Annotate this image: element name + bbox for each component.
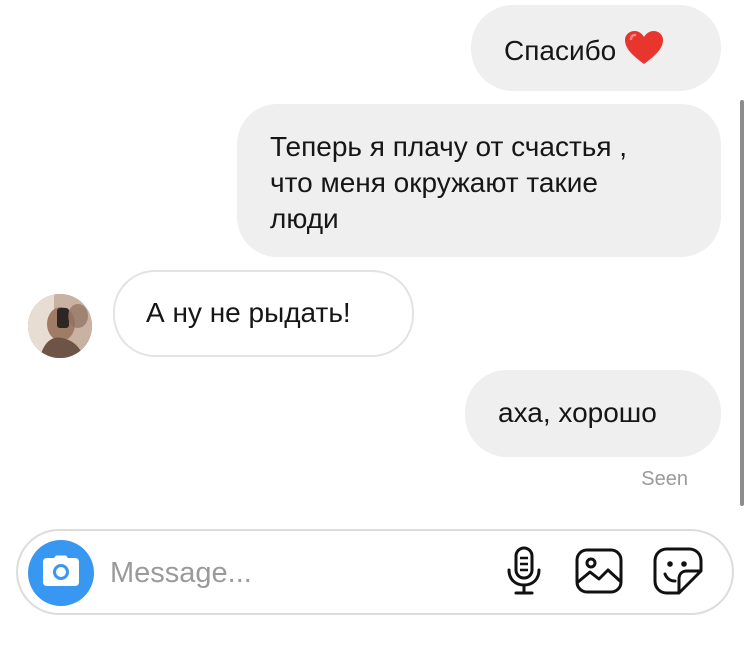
message-text: аха, хорошо [498,397,657,428]
gallery-icon [575,548,623,599]
voice-message-button[interactable] [498,546,550,601]
chat-thread: Спасибо Теперь я плачу от счастья , что … [0,0,750,652]
heart-emoji-icon [624,30,664,75]
message-bubble-outgoing[interactable]: аха, хорошо [465,370,721,457]
camera-icon [42,555,80,592]
message-line: что меня окружают такие [270,167,598,198]
message-text: Спасибо [504,34,617,66]
seen-status: Seen [641,468,688,490]
message-input[interactable] [110,551,480,595]
message-text: А ну не рыдать! [146,297,351,328]
message-bubble-outgoing[interactable]: Теперь я плачу от счастья , что меня окр… [237,104,721,257]
avatar[interactable] [28,294,92,358]
microphone-icon [504,546,544,601]
message-bubble-outgoing[interactable]: Спасибо [471,5,721,91]
gallery-button[interactable] [573,547,625,599]
scrollbar[interactable] [740,100,744,506]
sticker-button[interactable] [652,547,704,599]
camera-button[interactable] [28,540,94,606]
message-bubble-incoming[interactable]: А ну не рыдать! [113,270,414,357]
message-composer [16,529,734,615]
message-line: Теперь я плачу от счастья , [270,131,628,162]
sticker-icon [653,547,703,600]
message-line: люди [270,203,339,234]
